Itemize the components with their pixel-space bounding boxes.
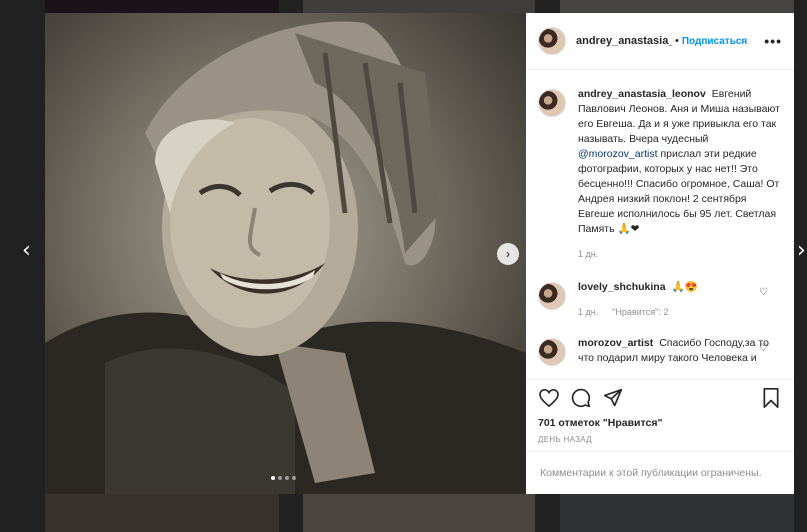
comment-timestamp[interactable]: 1 дн. — [578, 305, 598, 320]
more-options-icon[interactable]: ••• — [764, 33, 782, 49]
avatar[interactable] — [538, 27, 566, 55]
carousel-dot — [278, 476, 282, 480]
comment-username[interactable]: morozov_artist — [578, 337, 653, 349]
comment-likes[interactable]: "Нравится": 2 — [612, 305, 668, 320]
heart-icon[interactable] — [538, 387, 560, 409]
chevron-right-icon[interactable]: › — [797, 238, 806, 263]
caption: andrey_anastasia_leonov Евгений Павлович… — [526, 87, 794, 262]
list-item: lovely_shchukina 🙏😍 1 дн. "Нравится": 2 … — [526, 280, 794, 320]
share-icon[interactable] — [602, 387, 624, 409]
portrait-image — [45, 21, 526, 494]
carousel-indicator — [271, 476, 296, 480]
caption-mention-link[interactable]: @morozov_artist — [578, 148, 658, 160]
avatar[interactable] — [538, 89, 566, 117]
comments-disabled-notice: Комментарии к этой публикации ограничены… — [526, 451, 794, 494]
avatar[interactable] — [538, 282, 566, 310]
post-date[interactable]: ДЕНЬ НАЗАД — [538, 435, 592, 444]
post-details-panel: andrey_anastasia_lс • Подписаться ••• an… — [526, 13, 794, 494]
chevron-left-icon[interactable]: ‹ — [22, 238, 31, 263]
comments-list[interactable]: andrey_anastasia_leonov Евгений Павлович… — [526, 71, 794, 379]
comment-text: 🙏😍 — [671, 281, 698, 293]
carousel-dot — [271, 476, 275, 480]
caption-username[interactable]: andrey_anastasia_leonov — [578, 88, 706, 100]
follow-button[interactable]: Подписаться — [682, 36, 747, 47]
caption-text-rest: прислал эти редкие фотографии, которых у… — [578, 148, 780, 235]
post-photo: › — [45, 13, 526, 494]
caption-emoji: 🙏❤ — [617, 223, 640, 235]
carousel-next-button[interactable]: › — [497, 243, 519, 265]
heart-icon[interactable]: ♡ — [759, 344, 768, 354]
comment-username[interactable]: lovely_shchukina — [578, 281, 666, 293]
post-header: andrey_anastasia_lс • Подписаться ••• — [526, 13, 794, 70]
comment-icon[interactable] — [570, 387, 592, 409]
divider — [526, 379, 794, 380]
likes-count[interactable]: 701 отметок "Нравится" — [538, 417, 662, 429]
heart-icon[interactable]: ♡ — [759, 288, 768, 298]
bookmark-icon[interactable] — [760, 387, 782, 409]
carousel-dot — [292, 476, 296, 480]
caption-timestamp[interactable]: 1 дн. — [578, 247, 598, 262]
avatar[interactable] — [538, 338, 566, 366]
header-username[interactable]: andrey_anastasia_lс — [576, 35, 672, 47]
carousel-dot — [285, 476, 289, 480]
list-item: morozov_artist Спасибо Господу,за то что… — [526, 336, 794, 366]
post-actions — [538, 383, 782, 413]
